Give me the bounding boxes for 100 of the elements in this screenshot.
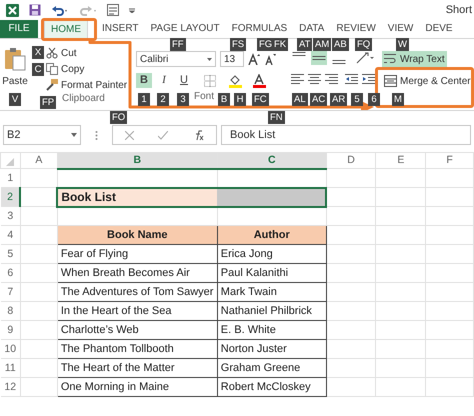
table-cell: Norton Juster xyxy=(217,340,326,358)
column-header[interactable]: C xyxy=(217,152,326,168)
orientation-icon[interactable] xyxy=(355,51,375,65)
key-tip: FQ xyxy=(355,38,372,51)
row-header[interactable]: 6 xyxy=(0,264,20,282)
key-tip: X xyxy=(32,46,44,59)
key-tip: FS xyxy=(230,38,246,51)
key-tip: M xyxy=(392,93,404,106)
header-cell: Author xyxy=(217,226,326,244)
table-cell: The Phantom Tollbooth xyxy=(57,340,218,358)
grow-font-icon[interactable] xyxy=(248,53,260,65)
borders-icon[interactable] xyxy=(204,74,218,86)
table-cell: Mark Twain xyxy=(217,282,326,302)
dropdown-arrow-icon[interactable] xyxy=(207,58,212,60)
column-header[interactable]: A xyxy=(20,152,58,168)
name-box[interactable]: B2 xyxy=(3,125,81,145)
merge-center-button[interactable]: Merge & Center xyxy=(382,73,473,89)
table-cell: E. B. White xyxy=(217,320,326,340)
merge-icon xyxy=(384,75,397,87)
copy-button[interactable]: Copy xyxy=(46,61,128,77)
customize-arrow-icon[interactable] xyxy=(129,7,135,13)
column-header[interactable]: B xyxy=(57,152,218,168)
key-tip: AM xyxy=(313,38,332,51)
key-tip: FK xyxy=(272,38,288,51)
table-cell: When Breath Becomes Air xyxy=(57,264,218,282)
italic-button[interactable]: I xyxy=(156,73,172,88)
font-size-field[interactable]: 13 xyxy=(220,51,244,67)
table-cell: The Adventures of Tom Sawyer xyxy=(57,282,218,302)
key-tip: AB xyxy=(332,38,349,51)
row-header[interactable]: 11 xyxy=(0,358,20,378)
format-painter-button[interactable]: Format Painter xyxy=(46,77,128,93)
ribbon-tab[interactable]: DATA xyxy=(293,20,330,38)
fill-color-icon[interactable] xyxy=(228,74,244,88)
paintbrush-icon xyxy=(46,79,58,91)
font-name-field[interactable]: Calibri xyxy=(136,51,216,67)
key-tip: FN xyxy=(268,111,285,124)
table-cell: The Heart of the Matter xyxy=(57,358,218,378)
shrink-font-icon[interactable] xyxy=(264,53,276,65)
row-header[interactable]: 4 xyxy=(0,226,20,244)
align-right-icon[interactable] xyxy=(325,73,339,85)
group-label: Font xyxy=(194,91,214,102)
key-tip: FO xyxy=(110,111,128,124)
key-tip: V xyxy=(9,93,21,106)
excel-logo-icon[interactable] xyxy=(6,4,19,16)
dropdown-arrow-icon[interactable] xyxy=(71,133,77,137)
table-cell: Fear of Flying xyxy=(57,244,218,264)
ribbon-tab[interactable]: PAGE LAYOUT xyxy=(144,20,226,38)
ribbon-tab[interactable]: INSERT xyxy=(96,20,144,38)
ribbon-tab[interactable]: FORMULAS xyxy=(226,20,294,38)
column-header[interactable]: F xyxy=(426,152,474,168)
align-left-icon[interactable] xyxy=(291,73,305,85)
column-header[interactable]: D xyxy=(326,152,376,168)
ribbon-tab[interactable]: REVIEW xyxy=(330,20,382,38)
formula-field[interactable]: Book List xyxy=(221,125,471,145)
key-tip: C xyxy=(32,63,44,76)
table-cell: In the Heart of the Sea xyxy=(57,302,218,320)
row-header[interactable]: 9 xyxy=(0,320,20,340)
cut-button[interactable]: Cut xyxy=(46,45,128,61)
key-tip: FC xyxy=(252,93,269,106)
bold-button[interactable]: B xyxy=(136,73,152,88)
key-tip: FP xyxy=(40,96,56,109)
row-header[interactable]: 12 xyxy=(0,378,20,396)
row-header[interactable]: 5 xyxy=(0,244,20,264)
grip-icon xyxy=(95,130,98,140)
font-color-icon[interactable] xyxy=(252,74,268,88)
file-tab[interactable]: FILE xyxy=(0,20,38,38)
increase-indent-icon[interactable] xyxy=(362,73,376,85)
form-icon[interactable] xyxy=(107,4,119,16)
row-header[interactable]: 10 xyxy=(0,340,20,358)
table-cell: Robert McCloskey xyxy=(217,378,326,396)
key-tip: AT xyxy=(297,38,312,51)
key-tip: W xyxy=(396,38,409,51)
key-tip: 2 xyxy=(157,93,169,106)
row-header[interactable]: 7 xyxy=(0,282,20,302)
row-header[interactable]: 2 xyxy=(0,188,20,206)
align-middle-button[interactable] xyxy=(311,51,327,65)
highlight-frame xyxy=(41,18,97,41)
table-cell: Nathaniel Philbrick xyxy=(217,302,326,320)
key-tip: 1 xyxy=(138,93,150,106)
paste-button[interactable]: Paste xyxy=(0,45,30,93)
key-tip: 5 xyxy=(351,93,363,106)
row-header[interactable]: 3 xyxy=(0,206,20,226)
column-header[interactable]: E xyxy=(376,152,426,168)
key-tip: AC xyxy=(310,93,328,106)
center-icon[interactable] xyxy=(308,73,322,85)
table-cell: Graham Greene xyxy=(217,358,326,378)
row-header[interactable]: 8 xyxy=(0,302,20,320)
key-tip: H xyxy=(234,93,246,106)
wrap-text-button[interactable]: Wrap Text xyxy=(382,51,447,67)
table-cell: Erica Jong xyxy=(217,244,326,264)
undo-icon[interactable] xyxy=(51,4,69,16)
header-cell: Book Name xyxy=(57,226,218,244)
decrease-indent-icon[interactable] xyxy=(345,73,359,85)
table-cell: Charlotte’s Web xyxy=(57,320,218,340)
ribbon-tab[interactable]: DEVE xyxy=(419,20,459,38)
key-tip: B xyxy=(218,93,230,106)
save-icon[interactable] xyxy=(29,4,41,16)
ribbon-tab[interactable]: VIEW xyxy=(382,20,420,38)
underline-button[interactable]: U xyxy=(176,73,192,88)
table-cell: Paul Kalanithi xyxy=(217,264,326,282)
